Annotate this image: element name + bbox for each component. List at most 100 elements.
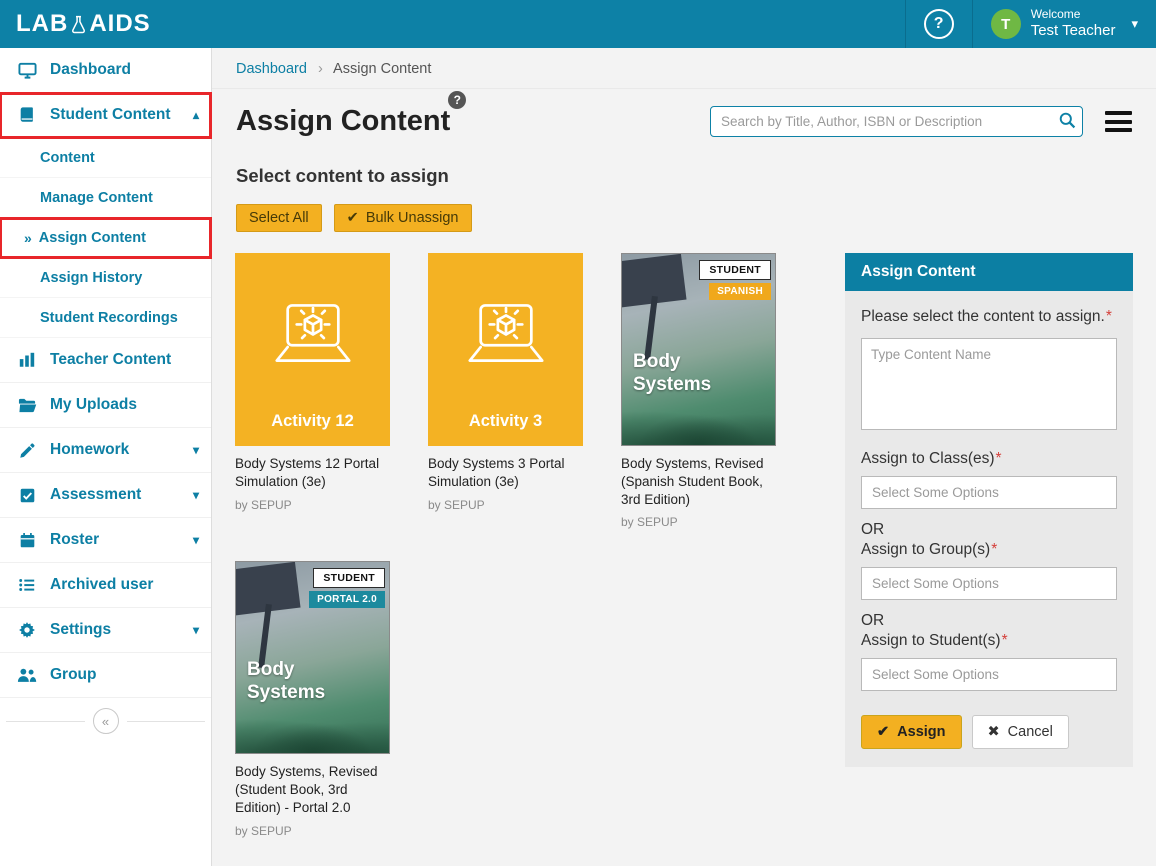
menu-icon[interactable]	[1105, 107, 1132, 137]
sidebar-item-homework[interactable]: Homework ▾	[0, 428, 211, 473]
sidebar-item-settings[interactable]: Settings ▾	[0, 608, 211, 653]
sidebar-item-dashboard[interactable]: Dashboard	[0, 48, 211, 93]
main-content: Dashboard › Assign Content Assign Conten…	[212, 48, 1156, 866]
gear-icon	[17, 621, 37, 639]
assign-to-students-label: Assign to Student(s)*	[861, 632, 1117, 650]
sidebar-collapse-row: «	[0, 708, 211, 734]
title-row: Assign Content ?	[212, 89, 1156, 138]
sidebar-subitem-assign-content[interactable]: » Assign Content	[0, 218, 211, 258]
assign-content-panel: Assign Content Please select the content…	[845, 253, 1133, 767]
cover-title: Body Systems	[247, 659, 339, 705]
content-author: by SEPUP	[235, 498, 390, 512]
breadcrumb: Dashboard › Assign Content	[212, 48, 1156, 89]
laptop-simulation-icon	[263, 253, 363, 412]
content-author: by SEPUP	[621, 515, 776, 529]
search-input[interactable]	[710, 106, 1083, 137]
logo-lab-text: LAB	[16, 10, 68, 38]
activity-card-cover[interactable]: Activity 3	[428, 253, 583, 446]
title-help-icon[interactable]: ?	[448, 91, 466, 109]
check-icon: ✔	[877, 724, 889, 740]
page-title: Assign Content	[236, 105, 450, 138]
assign-button[interactable]: ✔ Assign	[861, 715, 962, 749]
content-title: Body Systems, Revised (Spanish Student B…	[621, 455, 776, 508]
logo-aids-text: AIDS	[89, 10, 150, 38]
assign-to-groups-label: Assign to Group(s)*	[861, 541, 1117, 559]
search-box	[710, 106, 1083, 137]
or-label: OR	[861, 612, 1117, 630]
content-title: Body Systems 12 Portal Simulation (3e)	[235, 455, 390, 491]
sidebar-item-student-content[interactable]: Student Content ▴	[0, 93, 211, 138]
panel-title: Assign Content	[845, 253, 1133, 291]
activity-badge: Activity 3	[469, 412, 542, 431]
user-name: Test Teacher	[1031, 22, 1116, 41]
monitor-icon	[17, 61, 37, 80]
group-icon	[17, 667, 37, 684]
select-all-button[interactable]: Select All	[236, 204, 322, 232]
sidebar-label: Dashboard	[50, 61, 131, 79]
content-card-grid: Activity 12 Body Systems 12 Portal Simul…	[235, 253, 781, 838]
content-row: Activity 12 Body Systems 12 Portal Simul…	[212, 232, 1156, 838]
student-tag: STUDENT	[313, 568, 385, 588]
sidebar-subitem-student-recordings[interactable]: Student Recordings	[0, 298, 211, 338]
top-bar: LAB AIDS ? T Welcome Test Teacher ▾	[0, 0, 1156, 48]
portal-tag: PORTAL 2.0	[309, 591, 385, 608]
content-title: Body Systems, Revised (Student Book, 3rd…	[235, 763, 390, 816]
student-tag: STUDENT	[699, 260, 771, 280]
students-select[interactable]	[861, 658, 1117, 691]
sidebar-item-assessment[interactable]: Assessment ▾	[0, 473, 211, 518]
active-marker: »	[24, 230, 32, 246]
sidebar-item-group[interactable]: Group	[0, 653, 211, 698]
chevron-down-icon: ▾	[193, 488, 199, 502]
book-cover[interactable]: Body Systems STUDENT PORTAL 2.0	[235, 561, 390, 754]
welcome-label: Welcome	[1031, 7, 1116, 22]
sidebar-label: Student Content	[50, 106, 171, 124]
list-icon	[17, 576, 37, 594]
content-card: Activity 3 Body Systems 3 Portal Simulat…	[428, 253, 583, 529]
activity-card-cover[interactable]: Activity 12	[235, 253, 390, 446]
content-title: Body Systems 3 Portal Simulation (3e)	[428, 455, 583, 491]
help-glyph: ?	[934, 15, 944, 33]
chevron-down-icon: ▾	[1131, 16, 1138, 32]
sidebar: Dashboard Student Content ▴ Content Mana…	[0, 48, 212, 866]
sidebar-item-teacher-content[interactable]: Teacher Content	[0, 338, 211, 383]
sidebar-label: Homework	[50, 441, 129, 459]
sidebar-subitem-manage-content[interactable]: Manage Content	[0, 178, 211, 218]
cancel-button[interactable]: ✖ Cancel	[972, 715, 1069, 749]
panel-instruction: Please select the content to assign.*	[861, 306, 1117, 328]
sidebar-subitem-assign-history[interactable]: Assign History	[0, 258, 211, 298]
chevron-up-icon: ▴	[193, 108, 199, 122]
user-menu[interactable]: T Welcome Test Teacher ▾	[991, 7, 1138, 41]
bar-chart-icon	[17, 351, 37, 369]
pencil-icon	[17, 442, 37, 459]
content-author: by SEPUP	[428, 498, 583, 512]
assign-to-classes-label: Assign to Class(es)*	[861, 450, 1117, 468]
sidebar-item-archived-user[interactable]: Archived user	[0, 563, 211, 608]
sidebar-label: My Uploads	[50, 396, 137, 414]
groups-select[interactable]	[861, 567, 1117, 600]
chevron-down-icon: ▾	[193, 533, 199, 547]
spanish-tag: SPANISH	[709, 283, 771, 300]
classes-select[interactable]	[861, 476, 1117, 509]
collapse-sidebar-button[interactable]: «	[93, 708, 119, 734]
help-button[interactable]: ?	[924, 9, 954, 39]
sidebar-label: Roster	[50, 531, 99, 549]
laptop-simulation-icon	[456, 253, 556, 412]
content-name-input[interactable]	[861, 338, 1117, 430]
book-cover[interactable]: Body Systems STUDENT SPANISH	[621, 253, 776, 446]
sidebar-label: Assessment	[50, 486, 141, 504]
search-icon[interactable]	[1059, 112, 1076, 134]
topbar-right: ? T Welcome Test Teacher ▾	[905, 0, 1156, 48]
sidebar-item-my-uploads[interactable]: My Uploads	[0, 383, 211, 428]
chevron-down-icon: ▾	[193, 443, 199, 457]
sidebar-subitem-content[interactable]: Content	[0, 138, 211, 178]
content-author: by SEPUP	[235, 824, 390, 838]
content-card: Activity 12 Body Systems 12 Portal Simul…	[235, 253, 390, 529]
sidebar-item-roster[interactable]: Roster ▾	[0, 518, 211, 563]
breadcrumb-dashboard-link[interactable]: Dashboard	[236, 61, 307, 77]
section-heading: Select content to assign	[212, 138, 1156, 187]
book-icon	[17, 106, 37, 124]
or-label: OR	[861, 521, 1117, 539]
avatar: T	[991, 9, 1021, 39]
activity-badge: Activity 12	[271, 412, 354, 431]
bulk-unassign-button[interactable]: ✔ Bulk Unassign	[334, 204, 472, 232]
